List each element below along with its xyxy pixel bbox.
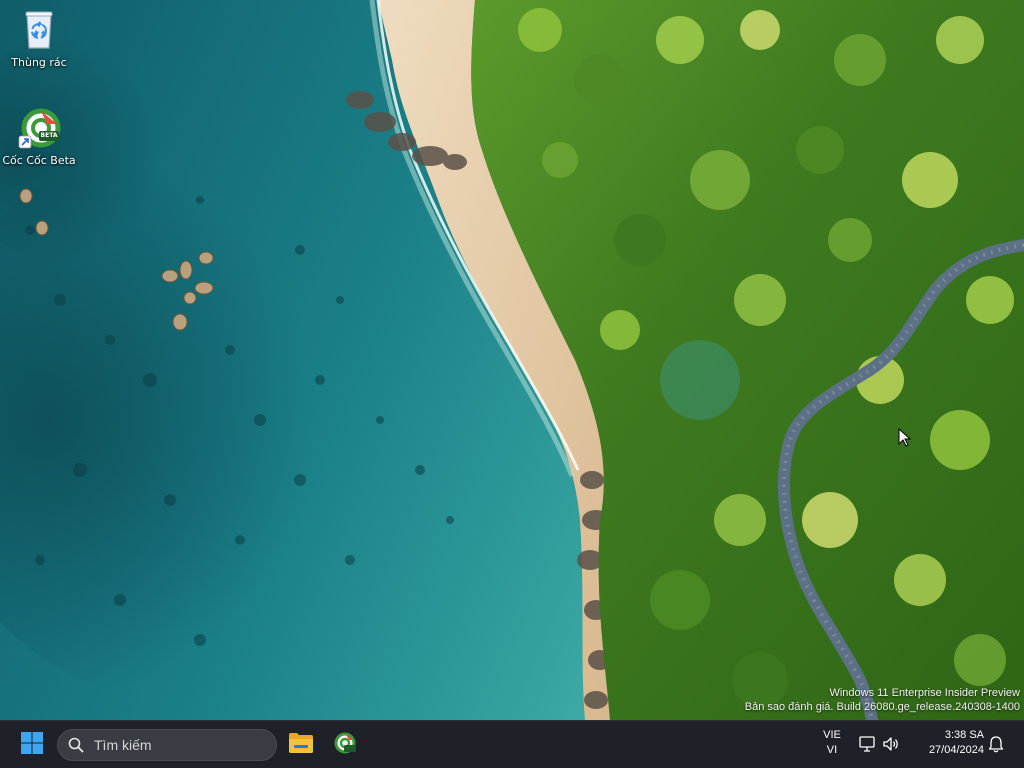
watermark-build: Bản sao đánh giá. Build 26080.ge_release… <box>744 701 1020 713</box>
network-icon[interactable] <box>858 735 876 753</box>
volume-icon[interactable] <box>882 735 900 753</box>
mouse-cursor-icon <box>898 427 912 448</box>
recycle-bin-icon <box>17 8 61 52</box>
beta-badge: BETA <box>40 132 58 139</box>
taskbar-coccoc-button[interactable] <box>327 727 363 763</box>
clock-date: 27/04/2024 <box>928 744 984 756</box>
input-language-indicator[interactable]: VIE VI <box>818 728 846 758</box>
search-icon <box>68 737 84 753</box>
build-watermark: Windows 11 Enterprise Insider Preview Bả… <box>745 686 1020 714</box>
folder-icon <box>288 732 314 758</box>
clock-time: 3:38 SA <box>944 729 984 741</box>
coccoc-beta-icon: BETA <box>17 106 61 150</box>
desktop-wallpaper <box>0 0 1024 720</box>
watermark-edition: Windows 11 Enterprise Insider Preview <box>829 687 1020 699</box>
coccoc-icon <box>333 731 357 759</box>
taskbar: Tìm kiếm VIE VI 3:38 SA 27/04/2024 <box>0 720 1024 768</box>
desktop-icon-coccoc-beta[interactable]: BETA Cốc Cốc Beta <box>1 106 77 168</box>
language-code: VIE <box>823 729 841 741</box>
system-tray[interactable] <box>858 735 900 753</box>
taskbar-search-box[interactable]: Tìm kiếm <box>57 729 277 761</box>
search-placeholder: Tìm kiếm <box>94 737 152 753</box>
keyboard-layout: VI <box>826 744 838 756</box>
start-button[interactable] <box>14 727 50 763</box>
notifications-button[interactable] <box>988 735 1004 753</box>
desktop-icon-recycle-bin[interactable]: Thùng rác <box>1 8 77 70</box>
desktop-icon-label: Cốc Cốc Beta <box>2 154 76 167</box>
taskbar-file-explorer-button[interactable] <box>283 727 319 763</box>
taskbar-clock[interactable]: 3:38 SA 27/04/2024 <box>912 728 984 758</box>
windows-start-icon <box>20 731 44 759</box>
desktop-icon-label: Thùng rác <box>11 56 67 69</box>
bell-icon <box>988 736 1004 757</box>
